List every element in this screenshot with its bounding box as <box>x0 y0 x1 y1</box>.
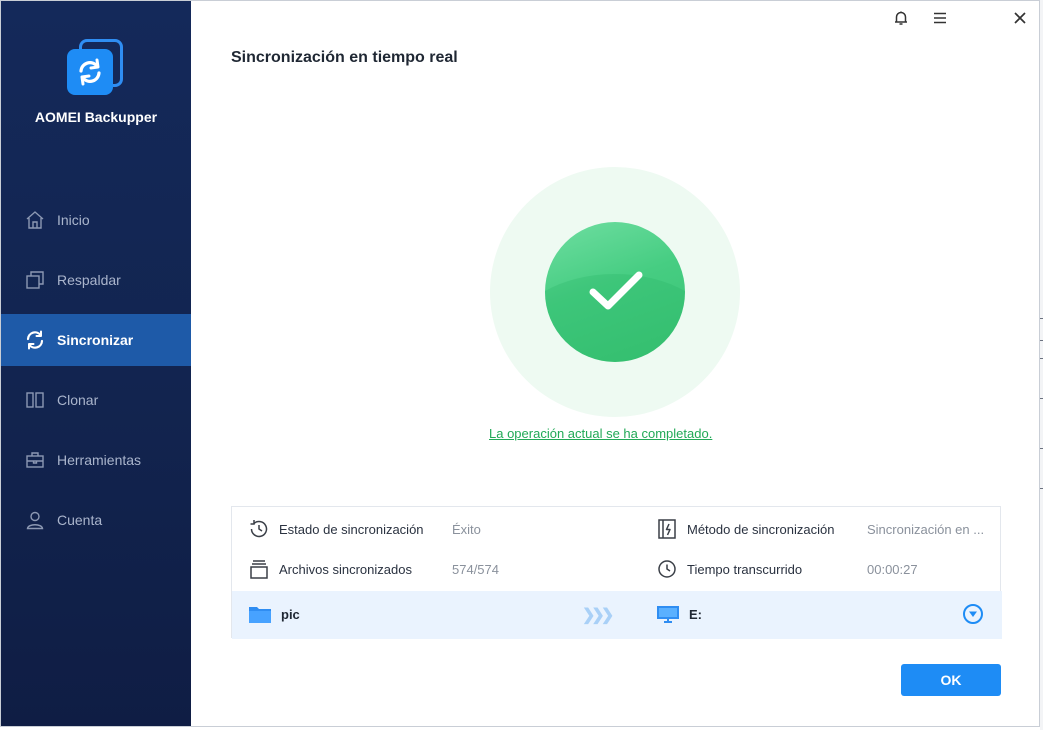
sidebar-item-label: Respaldar <box>57 272 121 288</box>
sync-method-value: Sincronización en ... <box>867 521 985 537</box>
sync-status-value: Éxito <box>452 521 481 537</box>
user-icon <box>25 510 45 530</box>
sidebar-item-respaldar[interactable]: Respaldar <box>1 254 191 306</box>
files-synced-value: 574/574 <box>452 561 499 577</box>
home-icon <box>25 210 45 230</box>
sidebar-item-label: Sincronizar <box>57 332 134 348</box>
direction-arrows-icon: ❯❯❯ <box>582 607 614 624</box>
sync-method-label: Método de sincronización <box>687 521 835 537</box>
clock-history-icon <box>248 518 270 540</box>
page-title: Sincronización en tiempo real <box>231 49 458 66</box>
sync-method-icon <box>656 518 678 540</box>
notifications-button[interactable] <box>889 9 913 31</box>
bell-icon <box>893 10 909 31</box>
operation-complete-link[interactable]: La operación actual se ha completado. <box>489 426 712 441</box>
details-row: Estado de sincronización Éxito Método de… <box>232 509 1002 549</box>
details-row: Archivos sincronizados 574/574 Tiempo tr… <box>232 549 1002 589</box>
destination-name: E: <box>689 606 702 622</box>
sidebar-item-clonar[interactable]: Clonar <box>1 374 191 426</box>
ok-button[interactable]: OK <box>901 664 1001 696</box>
success-check-icon <box>545 222 685 362</box>
clock-icon <box>656 558 678 580</box>
app-name: AOMEI Backupper <box>34 109 158 125</box>
close-icon <box>1013 11 1027 30</box>
elapsed-time-value: 00:00:27 <box>867 561 918 577</box>
sidebar-item-label: Cuenta <box>57 512 103 528</box>
sidebar-item-sincronizar[interactable]: Sincronizar <box>1 314 191 366</box>
monitor-icon <box>656 604 680 624</box>
source-name: pic <box>281 606 300 622</box>
menu-button[interactable] <box>928 9 952 31</box>
close-button[interactable] <box>1008 9 1032 31</box>
sidebar-item-cuenta[interactable]: Cuenta <box>1 494 191 546</box>
source-folder: pic <box>248 604 300 624</box>
expand-details-button[interactable] <box>963 604 983 624</box>
sync-icon <box>25 330 45 350</box>
sync-status-field: Estado de sincronización <box>248 518 424 540</box>
chevron-down-icon <box>968 610 978 618</box>
destination-drive: E: <box>656 604 702 624</box>
backup-icon <box>25 270 45 290</box>
folder-icon <box>248 604 272 624</box>
files-stack-icon <box>248 558 270 580</box>
sidebar-item-label: Herramientas <box>57 452 142 468</box>
clone-icon <box>25 390 45 410</box>
sync-route-bar: pic ❯❯❯ E: <box>232 591 1002 639</box>
sync-method-field: Método de sincronización <box>656 518 834 540</box>
app-window: AOMEI Backupper Inicio Respaldar Sincron… <box>0 0 1040 727</box>
sidebar: AOMEI Backupper Inicio Respaldar Sincron… <box>1 1 191 726</box>
sidebar-item-label: Inicio <box>57 212 90 228</box>
app-logo-icon <box>67 39 125 97</box>
elapsed-time-field: Tiempo transcurrido <box>656 558 802 580</box>
sidebar-nav: Inicio Respaldar Sincronizar Clonar Herr… <box>1 194 191 554</box>
toolbox-icon <box>25 450 45 470</box>
files-synced-field: Archivos sincronizados <box>248 558 412 580</box>
menu-icon <box>932 10 948 31</box>
files-synced-label: Archivos sincronizados <box>279 561 412 577</box>
elapsed-time-label: Tiempo transcurrido <box>687 561 803 577</box>
sidebar-item-inicio[interactable]: Inicio <box>1 194 191 246</box>
sidebar-item-herramientas[interactable]: Herramientas <box>1 434 191 486</box>
sidebar-item-label: Clonar <box>57 392 99 408</box>
sync-details-panel: Estado de sincronización Éxito Método de… <box>231 506 1002 639</box>
sync-status-label: Estado de sincronización <box>279 521 424 537</box>
